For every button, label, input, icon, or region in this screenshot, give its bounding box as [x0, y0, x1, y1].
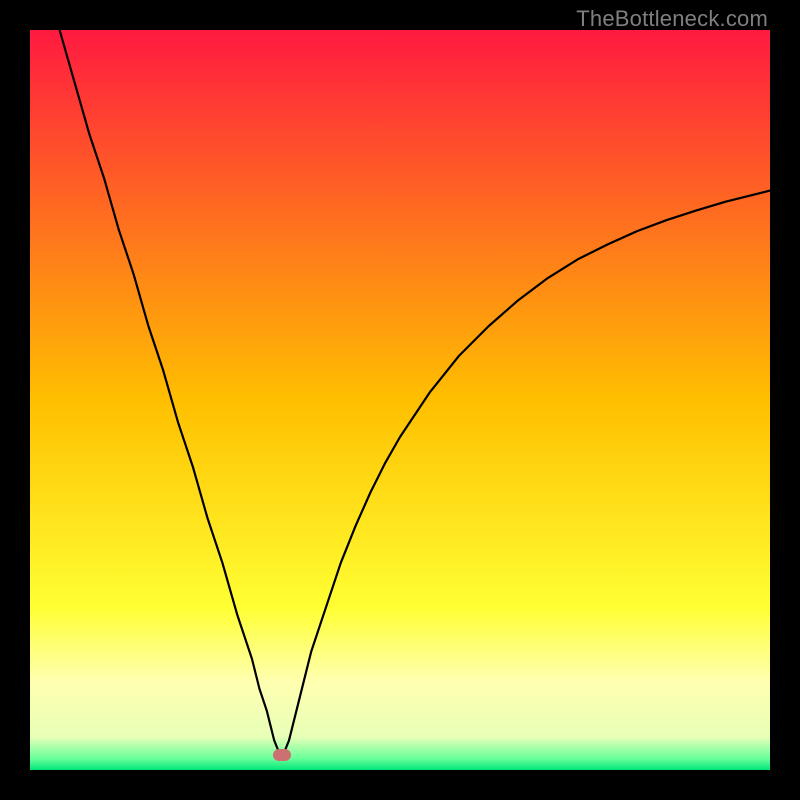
- bottleneck-curve: [30, 30, 770, 770]
- watermark-text: TheBottleneck.com: [576, 6, 768, 32]
- optimal-point-marker: [273, 749, 291, 761]
- chart-frame: [30, 30, 770, 770]
